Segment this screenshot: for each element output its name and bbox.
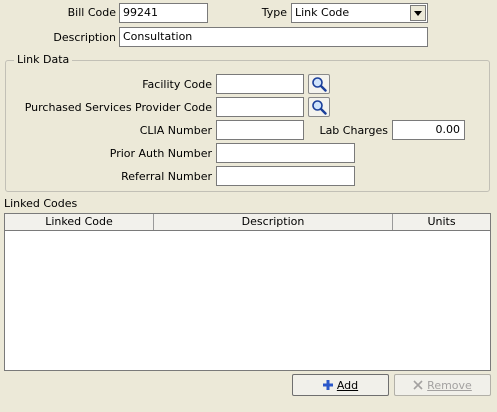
linked-codes-header: Linked Code Description Units (5, 214, 490, 231)
plus-icon (322, 380, 333, 390)
linked-codes-table[interactable]: Linked Code Description Units (4, 213, 491, 371)
clia-number-input[interactable] (216, 120, 304, 140)
psp-code-label: Purchased Services Provider Code (24, 101, 212, 114)
type-select-value: Link Code (295, 6, 350, 19)
remove-button[interactable]: Remove (394, 374, 491, 396)
column-header-units[interactable]: Units (393, 214, 490, 230)
add-button-label: Add (336, 378, 359, 392)
link-data-title: Link Data (14, 53, 73, 67)
psp-code-input[interactable] (216, 97, 304, 117)
psp-code-lookup-button[interactable] (308, 97, 330, 117)
facility-code-input[interactable] (216, 74, 304, 94)
linked-codes-title: Linked Codes (4, 197, 78, 210)
magnifier-icon (312, 100, 327, 115)
referral-number-label: Referral Number (121, 170, 212, 183)
column-header-linked-code[interactable]: Linked Code (5, 214, 154, 230)
prior-auth-label: Prior Auth Number (109, 147, 212, 160)
bill-code-input[interactable]: 99241 (119, 3, 208, 23)
description-label: Description (53, 31, 116, 44)
bill-code-label: Bill Code (67, 6, 116, 19)
chevron-down-icon[interactable] (410, 5, 426, 21)
x-icon (413, 380, 423, 390)
add-button[interactable]: Add (292, 374, 389, 396)
clia-number-label: CLIA Number (139, 124, 212, 137)
column-header-description[interactable]: Description (154, 214, 393, 230)
referral-number-input[interactable] (216, 166, 355, 186)
lab-charges-label: Lab Charges (319, 124, 388, 137)
prior-auth-input[interactable] (216, 143, 355, 163)
magnifier-icon (312, 77, 327, 92)
facility-code-label: Facility Code (142, 78, 212, 91)
linked-codes-body[interactable] (5, 231, 490, 371)
type-select[interactable]: Link Code (291, 3, 428, 23)
lab-charges-input[interactable]: 0.00 (392, 120, 465, 140)
facility-code-lookup-button[interactable] (308, 74, 330, 94)
remove-button-label: Remove (427, 378, 472, 392)
description-input[interactable]: Consultation (119, 27, 428, 47)
type-label: Type (261, 6, 287, 19)
